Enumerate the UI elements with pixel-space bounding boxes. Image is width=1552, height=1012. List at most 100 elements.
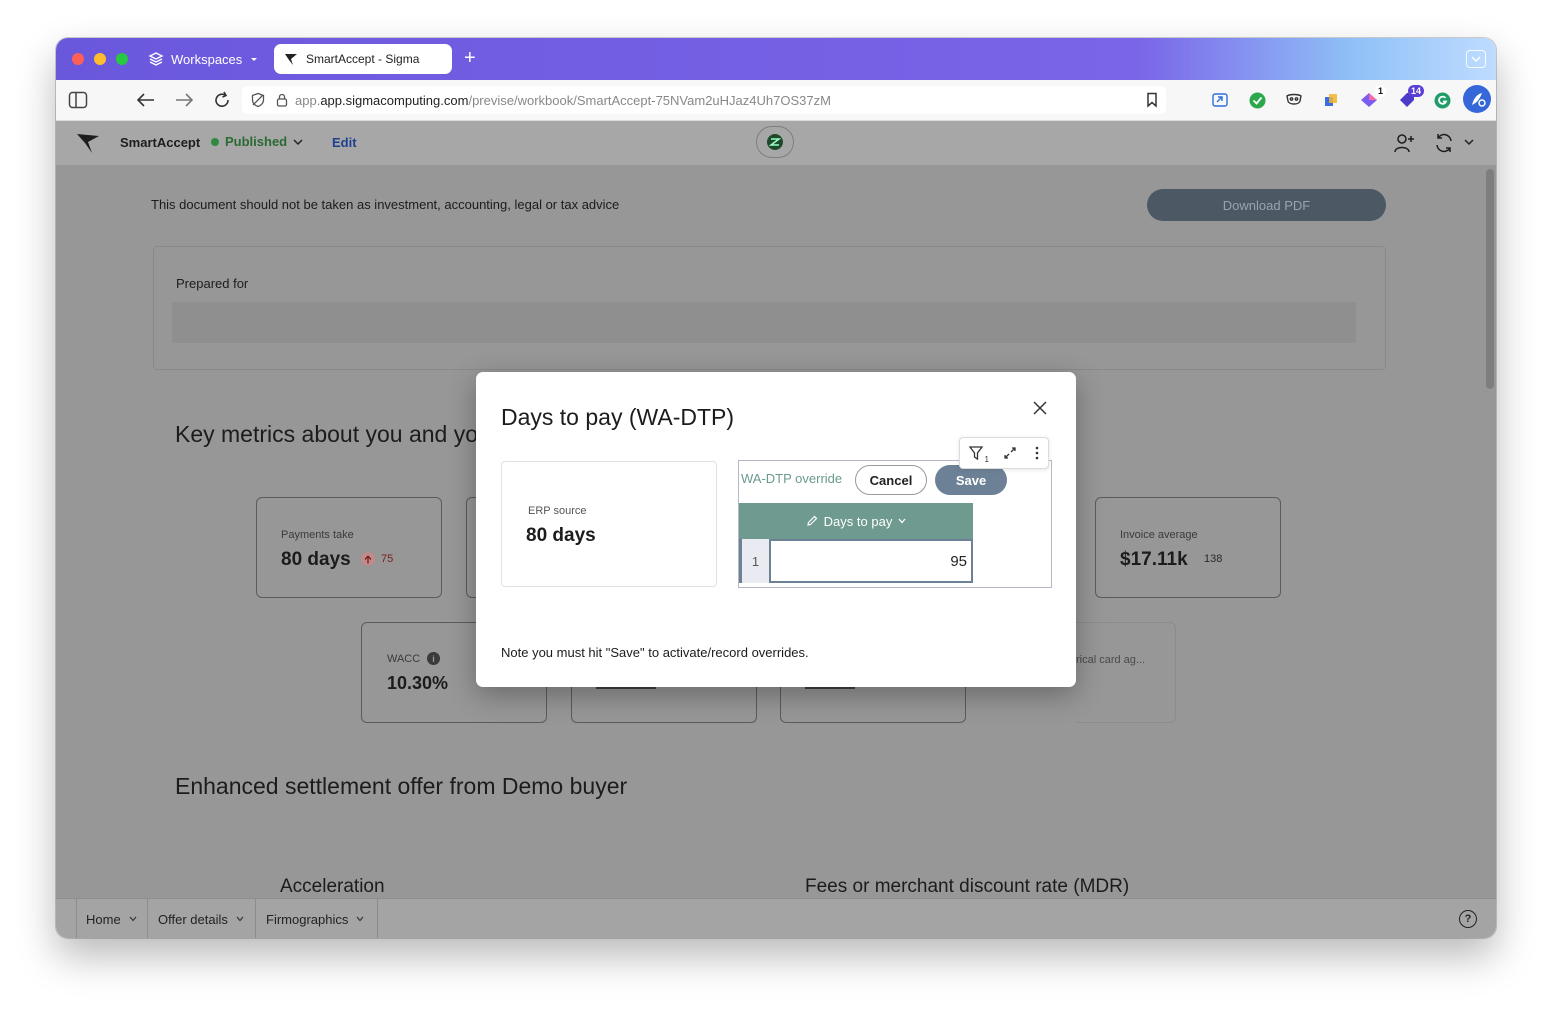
page-tab-bar: Home Offer details Firmographics ? [56,898,1496,938]
days-to-pay-cell-input[interactable]: 95 [769,539,973,583]
chevron-down-icon[interactable] [1464,138,1474,146]
edit-link[interactable]: Edit [332,135,357,150]
page-tab-offer-details[interactable]: Offer details [148,899,256,938]
metric-value: 80 days [281,549,351,570]
acceleration-title: Acceleration [280,876,385,897]
page-scrollbar[interactable] [1486,169,1494,389]
sigma-logo-icon [76,132,100,154]
filter-count: 1 [984,455,989,464]
workbook-name: SmartAccept [120,135,201,150]
mask-extension-icon[interactable] [1284,90,1304,110]
save-button[interactable]: Save [935,465,1007,495]
workspaces-label: Workspaces [171,51,243,67]
sigma-favicon-icon [284,52,298,66]
reload-icon[interactable] [212,90,232,110]
workspaces-button[interactable]: Workspaces [148,49,259,69]
back-arrow-icon[interactable] [136,90,156,110]
metric-card-historical[interactable]: rical card ag... [1076,622,1176,723]
page-tab-label: Offer details [158,911,228,927]
filter-icon[interactable]: 1 [969,445,989,464]
more-vertical-icon[interactable] [1035,446,1039,460]
page-tab-label: Home [86,911,121,927]
workbook-page: This document should not be taken as inv… [56,165,1496,898]
url-path: /previse/workbook/SmartAccept-75NVam2uHJ… [468,92,831,108]
expand-icon[interactable] [1003,446,1017,460]
status-indicator-button[interactable] [756,126,794,158]
erp-source-label: ERP source [528,505,587,517]
browser-tab-active[interactable]: SmartAccept - Sigma [274,44,452,74]
save-note-text: Note you must hit "Save" to activate/rec… [501,645,809,660]
check-circle-icon[interactable] [1247,90,1267,110]
metric-delta: 75 [381,553,394,565]
browser-tab-bar: Workspaces SmartAccept - Sigma + [56,38,1496,80]
page-tab-firmographics[interactable]: Firmographics [256,899,378,938]
tab-title: SmartAccept - Sigma [306,52,420,66]
publish-status-dropdown[interactable]: Published [211,134,303,149]
add-user-icon[interactable] [1394,133,1416,153]
key-metrics-title: Key metrics about you and yo [175,421,478,447]
metric-value: $17.11k [1120,549,1188,570]
element-toolbar: 1 [959,437,1049,469]
bookmark-icon[interactable] [1146,92,1158,108]
erp-source-value: 80 days [526,525,596,546]
shield-slash-icon [250,92,266,108]
override-input-table: WA-DTP override Cancel Save Days to pay … [738,460,1052,588]
app-header: SmartAccept Published Edit [56,121,1496,166]
tab-overview-button[interactable] [1466,50,1486,68]
chevron-down-icon [356,916,364,922]
extension-badge: 14 [1407,85,1424,97]
metric-sub: 138 [1204,553,1223,565]
cancel-button[interactable]: Cancel [855,465,927,495]
chevron-down-icon [898,518,906,524]
prepared-for-panel: Prepared for [153,246,1386,370]
picture-in-picture-icon[interactable] [1210,90,1230,110]
layers-icon [148,51,164,67]
grammarly-icon[interactable] [1432,90,1452,110]
minimize-window-button[interactable] [94,53,106,65]
diamond-extension-icon[interactable]: 1 [1359,85,1386,110]
status-label: Published [225,134,288,149]
metric-card-hidden[interactable] [780,677,966,723]
close-window-button[interactable] [72,53,84,65]
metric-card-invoice-average[interactable]: Invoice average $17.11k 138 [1095,497,1281,598]
page-tab-home[interactable]: Home [76,899,148,938]
help-icon[interactable]: ? [1459,910,1477,928]
browser-window: Workspaces SmartAccept - Sigma + app.app… [56,38,1496,938]
info-icon[interactable]: i [427,652,440,665]
zoom-window-button[interactable] [116,53,128,65]
column-header-days-to-pay[interactable]: Days to pay [739,503,973,539]
sidebar-toggle-icon[interactable] [68,90,88,110]
fees-mdr-title: Fees or merchant discount rate (MDR) [805,876,1130,897]
profile-avatar-icon[interactable] [1462,84,1492,114]
address-bar[interactable]: app.app.sigmacomputing.com /previse/work… [242,86,1166,114]
metric-card-hidden[interactable] [571,677,757,723]
sync-badge-icon [766,133,784,151]
metric-label: Invoice average [1120,529,1198,541]
prepared-for-value [172,302,1356,343]
lock-icon [276,93,288,107]
browser-toolbar: app.app.sigmacomputing.com /previse/work… [56,80,1496,121]
erp-source-card: ERP source 80 days [501,461,717,587]
refresh-icon[interactable] [1433,133,1455,153]
tag-extension-icon[interactable]: 14 [1397,85,1424,110]
url-host-text: app.sigmacomputing.com [320,92,469,108]
metric-label: Payments take [281,529,354,541]
arrow-up-icon [361,552,375,566]
pencil-icon [806,515,818,527]
forward-arrow-icon[interactable] [174,90,194,110]
download-pdf-button[interactable]: Download PDF [1147,189,1386,221]
metric-label: WACC [387,653,421,665]
tab-bar-spacer [56,899,77,938]
metric-card-payments-take[interactable]: Payments take 80 days 75 [256,497,442,598]
chevron-down-icon [236,916,244,922]
disclaimer-text: This document should not be taken as inv… [151,197,620,212]
prepared-for-label: Prepared for [176,276,249,291]
close-icon[interactable] [1032,400,1048,416]
page-tab-label: Firmographics [266,911,349,927]
new-tab-button[interactable]: + [464,48,476,68]
row-index: 1 [739,539,769,583]
cube-extension-icon[interactable] [1321,90,1341,110]
chevron-down-icon [249,54,259,64]
url-host: app.app.sigmacomputing.com [295,92,469,108]
chevron-down-icon [129,916,137,922]
